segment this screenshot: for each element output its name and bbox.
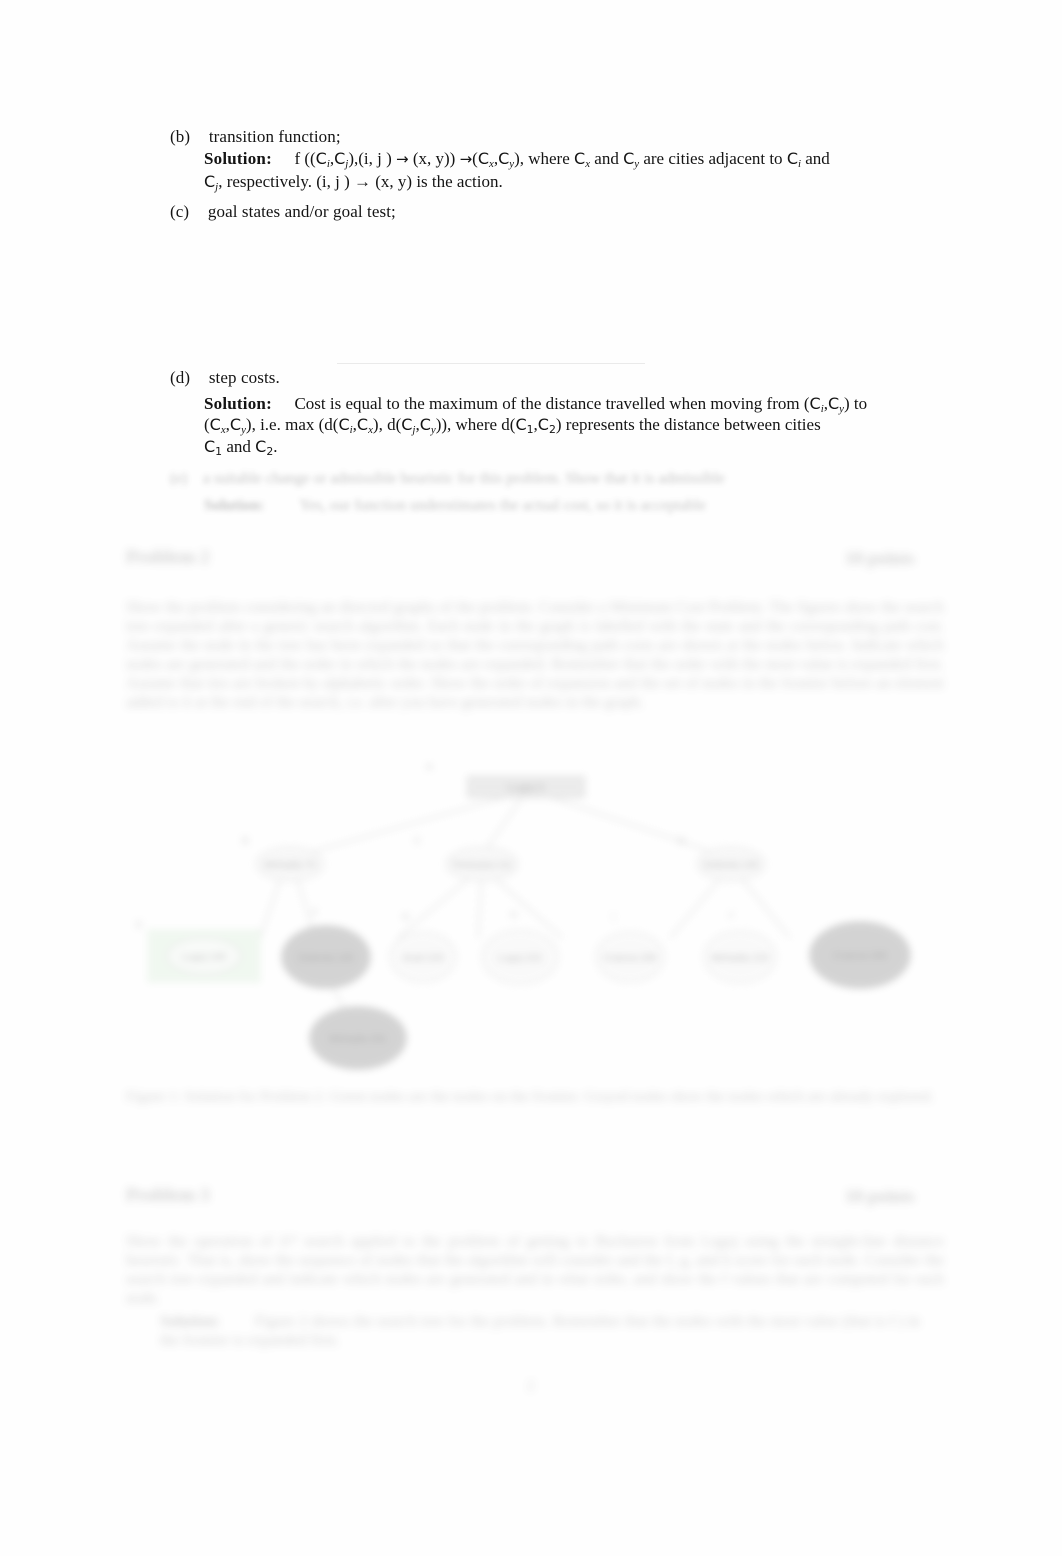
tree-node-l3-1: Dobreta 145 — [281, 925, 371, 989]
item-c-marker-and-title: (c) goal states and/or goal test; — [170, 202, 396, 222]
tree-l3-1-tag: F — [312, 908, 318, 919]
tree-l3-5-tag: J — [728, 910, 733, 921]
tree-node-l2-1: Timisoara 111 — [445, 846, 519, 882]
problem-2-paragraph: Show the problem considering an directed… — [126, 599, 944, 711]
document-page: (b) transition function; Solution: f ((C… — [0, 0, 1062, 1556]
problem-3-paragraph: Show the operation of A* search applied … — [126, 1233, 944, 1307]
tree-node-l3-0: Lugoj 140 — [147, 929, 261, 983]
tree-node-root: Lugoj 0 — [466, 775, 586, 799]
tree-node-l3-3: Lugoj 222 — [481, 929, 559, 985]
tree-node-l2-0: Mehadia 70 — [255, 846, 325, 882]
search-tree-svg: Lugoj 0 A Mehadia 70 B Timisoara 111 C D… — [136, 762, 911, 1070]
tree-l3-0-label: Lugoj 140 — [182, 952, 226, 963]
item-e-line: (e) a suitable change or admissible heur… — [170, 469, 820, 488]
tree-l3-1-label: Dobreta 145 — [298, 953, 353, 964]
tree-node-l4-0: Mehadia 291 — [309, 1006, 407, 1070]
item-b-solution: Solution: f ((Ci,Cj),(i, j ) → (x, y)) →… — [204, 148, 944, 170]
item-d-solution: Solution: Cost is equal to the maximum o… — [204, 393, 969, 414]
item-d-solution-label: Solution: — [204, 394, 272, 413]
tree-l2-2-label: Dobreta 145 — [703, 860, 758, 871]
item-b-marker: (b) — [170, 127, 191, 146]
item-d-title: step costs. — [208, 368, 280, 387]
item-e-solution-label: Solution: — [204, 497, 265, 514]
tree-node-l2-2: Dobreta 145 — [696, 846, 766, 882]
problem-3-solution-label: Solution: — [160, 1313, 221, 1330]
tree-l4-0-label: Mehadia 291 — [329, 1034, 387, 1045]
tree-l3-6-label: Craiova 265 — [833, 951, 887, 962]
tree-l3-5-label: Mehadia 215 — [711, 953, 769, 964]
figure-1-caption: Figure 1: Solution for Problem 2. Green … — [126, 1089, 934, 1105]
item-b-title: transition function; — [208, 127, 341, 146]
problem-3-solution-line: Solution: Figure 2 shows the search tree… — [160, 1312, 920, 1350]
problem-3-solution-text: Figure 2 shows the search tree for the p… — [160, 1313, 920, 1349]
tree-l2-1-label: Timisoara 111 — [451, 860, 513, 871]
stepcost-formula-line1: Cost is equal to the maximum of the dist… — [294, 394, 868, 416]
item-c-marker: (c) — [170, 202, 190, 221]
tree-l3-2-tag: G — [402, 912, 410, 923]
item-e-blurred: (e) a suitable change or admissible heur… — [170, 469, 820, 488]
search-tree-figure: Lugoj 0 A Mehadia 70 B Timisoara 111 C D… — [130, 748, 940, 1078]
tree-node-l3-2: Arad 229 — [389, 931, 457, 983]
problem-3-points: 10 points — [845, 1186, 915, 1206]
item-c-title: goal states and/or goal test; — [207, 202, 396, 221]
tree-l2-0-label: Mehadia 70 — [264, 860, 317, 871]
item-d-marker: (d) — [170, 368, 191, 387]
tree-l3-0-tag: E — [136, 920, 143, 931]
problem-3-solution: Solution: Figure 2 shows the search tree… — [160, 1312, 920, 1350]
tree-root-tag: A — [426, 762, 433, 773]
page-number: 2 — [527, 1378, 535, 1394]
tree-l3-3-label: Lugoj 222 — [498, 953, 542, 964]
tree-node-l3-6: Craiova 265 — [809, 921, 911, 989]
item-e-solution-blurred: Solution: Yes, our function understimate… — [204, 496, 824, 515]
item-b-marker-and-title: (b) transition function; — [170, 127, 341, 147]
item-d-marker-and-title: (d) step costs. — [170, 368, 280, 388]
tree-root-label: Lugoj 0 — [508, 782, 544, 794]
problem-2-points: 10 points — [845, 548, 915, 568]
tree-l2-2-tag: D — [678, 836, 685, 847]
item-e-text: a suitable change or admissible heuristi… — [202, 470, 725, 487]
item-e-solution-text: Yes, our function understimates the actu… — [299, 497, 707, 514]
problem-3-heading: Problem 3 — [126, 1185, 210, 1206]
tree-l2-0-tag: B — [242, 836, 249, 847]
tree-l3-4-label: Craiova 265 — [603, 953, 657, 964]
horizontal-rule-artifact — [337, 363, 645, 364]
tree-node-l3-5: Mehadia 215 — [703, 930, 777, 984]
stepcost-formula-line2: (Cx,Cy), i.e. max (d(Ci,Cx), d(Cj,Cy)), … — [204, 415, 821, 437]
item-e-solution-line: Solution: Yes, our function understimate… — [204, 496, 824, 515]
item-e-marker: (e) — [170, 470, 188, 487]
problem-2-heading: Problem 2 — [126, 547, 210, 568]
transition-formula-line2: Cj, respectively. (i, j ) → (x, y) is th… — [204, 172, 503, 194]
stepcost-formula-line3: C1 and C2. — [204, 437, 278, 459]
transition-formula: f ((Ci,Cj),(i, j ) → (x, y)) →(Cx,Cy), w… — [294, 149, 830, 171]
tree-l3-3-tag: H — [510, 910, 517, 921]
tree-node-l3-4: Craiova 265 — [595, 931, 665, 983]
tree-l3-4-tag: I — [612, 912, 615, 923]
item-b-solution-label: Solution: — [204, 149, 272, 168]
tree-l2-1-tag: C — [414, 836, 421, 847]
tree-l3-2-label: Arad 229 — [403, 953, 444, 964]
